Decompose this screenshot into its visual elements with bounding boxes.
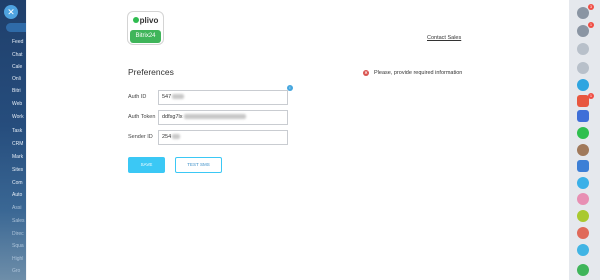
close-icon[interactable]: ✕: [4, 5, 18, 19]
sidebar-item-automation[interactable]: Auto: [12, 192, 22, 198]
sidebar-item-marketing[interactable]: Mark: [12, 154, 23, 160]
app-logo: plivo Bitrix24: [127, 11, 164, 45]
left-sidebar: ✕ Feed Chat Cale Onli Bitri Web Work Tas…: [0, 0, 26, 280]
sidebar-item-crm[interactable]: CRM: [12, 141, 23, 147]
redacted-value: [183, 114, 246, 120]
test-sms-button[interactable]: TEST SMS: [175, 157, 222, 173]
sender-id-field[interactable]: 254: [158, 130, 288, 145]
sidebar-item-sales[interactable]: Sales: [12, 218, 25, 224]
help-icon[interactable]: [577, 7, 589, 19]
auth-token-label: Auth Token: [128, 114, 156, 120]
plivo-mark-icon: [132, 17, 139, 24]
chat-icon[interactable]: [577, 160, 589, 172]
notifications-badge: 1: [588, 22, 594, 28]
gear-icon[interactable]: [577, 43, 589, 55]
error-notice: ✕ Please, provide required information: [363, 70, 462, 76]
sidebar-item-feed[interactable]: Feed: [12, 39, 23, 45]
sidebar-item-directory[interactable]: Direc: [12, 231, 24, 237]
sidebar-item-online[interactable]: Onli: [12, 76, 21, 82]
sidebar-item-work[interactable]: Work: [12, 114, 24, 120]
auth-id-value: 547: [162, 94, 172, 100]
contact-icon[interactable]: [577, 227, 589, 239]
sidebar-item-squad[interactable]: Squa: [12, 243, 24, 249]
error-icon: ✕: [363, 70, 369, 76]
phone-icon[interactable]: [577, 79, 589, 91]
sender-id-label: Sender ID: [128, 134, 153, 140]
sidebar-item-highlights[interactable]: Highl: [12, 256, 23, 262]
contact-sales-link[interactable]: Contact Sales: [427, 35, 461, 41]
auth-token-value: ddfsg7lx: [162, 114, 183, 120]
logo-subtitle: Bitrix24: [130, 30, 161, 43]
auth-token-field[interactable]: ddfsg7lx: [158, 110, 288, 125]
error-message: Please, provide required information: [374, 70, 463, 76]
page-title: Preferences: [128, 67, 174, 77]
sidebar-item-assistant[interactable]: Assi: [12, 205, 21, 211]
user-avatar-icon[interactable]: [577, 144, 589, 156]
sidebar-item-calendar[interactable]: Cale: [12, 64, 22, 70]
contact-icon[interactable]: [577, 177, 589, 189]
help-badge: 3: [588, 4, 594, 10]
bell-icon[interactable]: [577, 25, 589, 37]
sidebar-item-sites[interactable]: Sites: [12, 167, 23, 173]
settings-panel: plivo Bitrix24 Contact Sales Preferences…: [27, 0, 569, 280]
logo-brand: plivo: [128, 12, 163, 29]
sidebar-item-company[interactable]: Com: [12, 180, 23, 186]
sidebar-item-bitrix[interactable]: Bitri: [12, 88, 21, 94]
auth-id-label: Auth ID: [128, 94, 147, 100]
sidebar-item-groups[interactable]: Gro: [12, 268, 20, 274]
search-icon[interactable]: [577, 62, 589, 74]
sender-id-value: 254: [162, 134, 172, 140]
redacted-value: [172, 94, 185, 100]
auth-token-row: Auth Token ddfsg7lx: [128, 110, 288, 125]
sender-id-row: Sender ID 254: [128, 130, 288, 145]
redacted-value: [172, 134, 181, 140]
calendar-icon[interactable]: [577, 110, 589, 122]
whatsapp-icon[interactable]: [577, 127, 589, 139]
phone-call-icon[interactable]: [577, 264, 589, 276]
sidebar-item-web[interactable]: Web: [12, 101, 22, 107]
sidebar-item-chat[interactable]: Chat: [12, 52, 23, 58]
contact-icon[interactable]: [577, 193, 589, 205]
logo-brand-text: plivo: [139, 16, 159, 25]
save-button[interactable]: SAVE: [128, 157, 165, 173]
auth-id-field[interactable]: 547: [158, 90, 288, 105]
contact-icon[interactable]: [577, 210, 589, 222]
contact-icon[interactable]: [577, 244, 589, 256]
auth-id-row: Auth ID 547: [128, 90, 288, 105]
stack-badge: 1: [588, 93, 594, 99]
sidebar-active-highlight: [6, 23, 26, 32]
right-rail: 3 1 1: [569, 0, 600, 280]
sidebar-item-tasks[interactable]: Task: [12, 128, 22, 134]
